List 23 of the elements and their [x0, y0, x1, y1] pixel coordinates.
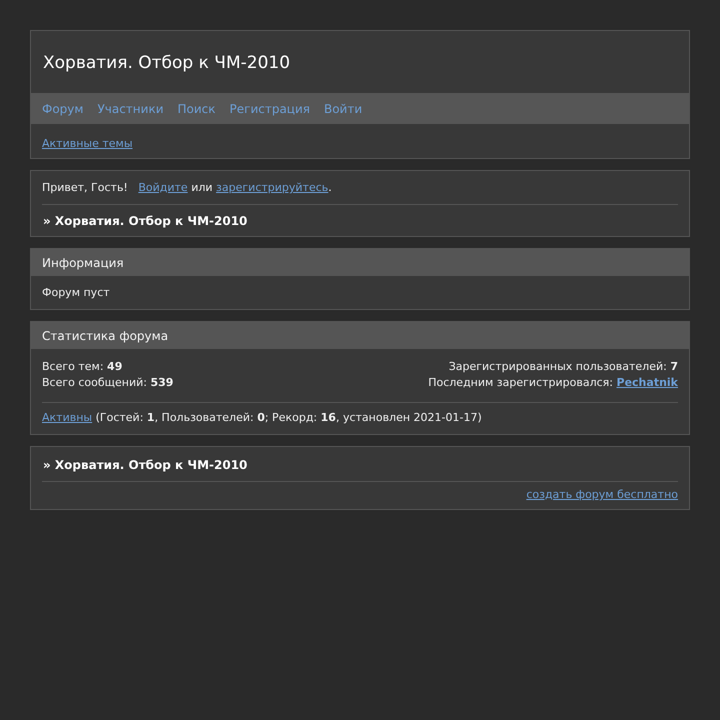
online-link[interactable]: Активны [42, 411, 92, 424]
info-text: Форум пуст [42, 285, 111, 301]
nav-link[interactable]: Участники [97, 102, 164, 116]
login-link[interactable]: Войдите [138, 181, 188, 194]
nav-link[interactable]: Войти [324, 102, 362, 116]
breadcrumb: » Хорватия. Отбор к ЧМ-2010 [42, 214, 248, 228]
stat-text: Зарегистрированных пользователей: 7 [448, 360, 678, 373]
user-link[interactable]: Pechatnik [616, 376, 678, 389]
online-text: Активны (Гостей: 1, Пользователей: 0; Рекорд: 16, установлен 2021-01-17) [42, 410, 483, 426]
stat-text: Всего тем: 49 [42, 360, 122, 373]
stat-text: Всего сообщений: 539 [42, 376, 174, 389]
breadcrumb: » Хорватия. Отбор к ЧМ-2010 [42, 458, 248, 472]
nav-link[interactable]: Форум [42, 102, 84, 116]
create-forum-link[interactable]: создать форум бесплатно [526, 488, 678, 501]
section-header: Информация [31, 249, 689, 276]
register-link[interactable]: зарегистрируйтесь [216, 181, 328, 194]
forum-title: Хорватия. Отбор к ЧМ-2010 [42, 52, 292, 75]
nav-link[interactable]: Поиск [178, 102, 216, 116]
active-topics-link[interactable]: Активные темы [42, 137, 133, 150]
last-registered-text: Последним зарегистрировался: Pechatnik [428, 375, 678, 391]
greeting-text: Привет, Гость! Войдите или зарегистрируйтесь. [42, 180, 333, 196]
section-header: Статистика форума [31, 322, 689, 349]
nav-link[interactable]: Регистрация [230, 102, 310, 116]
